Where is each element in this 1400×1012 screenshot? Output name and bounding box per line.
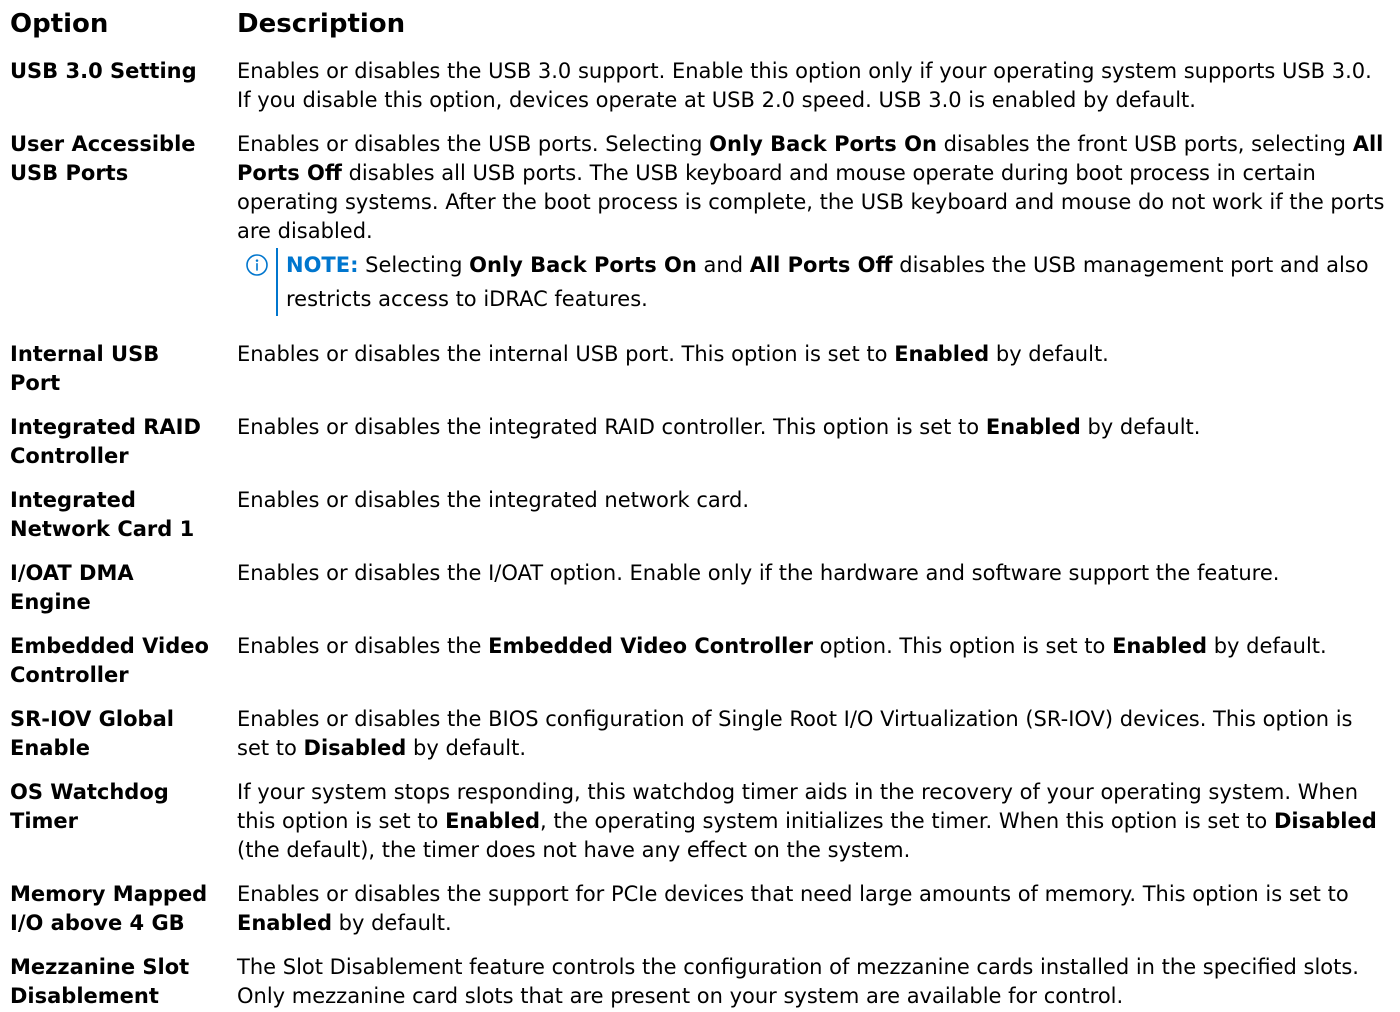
info-icon [246, 254, 268, 276]
option-name: Integrated Network Card 1 [10, 488, 195, 541]
emphasized-text: Enabled [445, 809, 541, 833]
option-name: Integrated RAID Controller [10, 415, 201, 468]
option-name: User Accessible USB Ports [10, 132, 196, 185]
column-header-option: Option [10, 9, 109, 39]
description-paragraph: Enables or disables the internal USB por… [237, 340, 1390, 369]
option-description: Enables or disables the BIOS configurati… [237, 705, 1390, 763]
option-name: Memory Mapped I/O above 4 GB [10, 882, 208, 935]
table-row: Mezzanine Slot Disablement The Slot Disab… [0, 953, 1400, 1011]
option-name: USB 3.0 Setting [10, 59, 197, 83]
description-text: by default. [1207, 634, 1327, 658]
table-row: I/OAT DMA Engine Enables or disables the … [0, 559, 1400, 632]
option-description: Enables or disables the integrated RAID … [237, 413, 1390, 471]
option-description: The Slot Disablement feature controls th… [237, 953, 1390, 1011]
description-paragraph: If your system stops responding, this wa… [237, 778, 1390, 865]
note-emphasized-text: All Ports Off [749, 253, 893, 277]
documentation-page: Option Description USB 3.0 Setting Enable… [0, 0, 1400, 1012]
note-emphasized-text: Only Back Ports On [469, 253, 697, 277]
table-row: Integrated Network Card 1 Enables or disa… [0, 486, 1400, 559]
option-description: Enables or disables the support for PCIe… [237, 880, 1390, 938]
note-label: NOTE: [286, 253, 359, 277]
description-paragraph: Enables or disables the integrated netwo… [237, 486, 1390, 515]
description-text: by default. [331, 911, 452, 935]
description-text: disables the front USB ports, selecting [936, 132, 1353, 156]
option-description: Enables or disables the internal USB por… [237, 340, 1390, 398]
description-text: by default. [406, 736, 527, 760]
description-text: by default. [989, 342, 1109, 366]
description-text: Enables or disables the USB ports. Selec… [237, 132, 710, 156]
emphasized-text: Disabled [303, 736, 407, 760]
description-text: Enables or disables the support for PCIe… [237, 882, 1349, 906]
option-description: Enables or disables the USB ports. Selec… [237, 130, 1390, 325]
table-row: User Accessible USB Ports Enables or disa… [0, 130, 1400, 340]
emphasized-text: Enabled [894, 342, 990, 366]
option-name: Internal USB Port [10, 342, 160, 395]
option-name: Embedded Video Controller [10, 634, 209, 687]
emphasized-text: Enabled [237, 911, 332, 935]
description-text: Enables or disables the USB 3.0 support.… [237, 59, 1372, 112]
description-paragraph: Enables or disables the USB ports. Selec… [237, 130, 1390, 246]
description-paragraph: Enables or disables the BIOS configurati… [237, 705, 1390, 763]
emphasized-text: Enabled [985, 415, 1081, 439]
description-text: Enables or disables the integrated RAID … [237, 415, 986, 439]
description-text: The Slot Disablement feature controls th… [237, 955, 1359, 1008]
option-description: Enables or disables the I/OAT option. En… [237, 559, 1390, 617]
note-callout: NOTE: Selecting Only Back Ports On and A… [237, 248, 1390, 316]
option-name: Mezzanine Slot Disablement [10, 955, 190, 1008]
option-name: SR-IOV Global Enable [10, 707, 174, 760]
table-row: Memory Mapped I/O above 4 GB Enables or d… [0, 880, 1400, 953]
description-text: Enables or disables the internal USB por… [237, 342, 895, 366]
emphasized-text: Embedded Video Controller [488, 634, 813, 658]
table-row: Integrated RAID Controller Enables or dis… [0, 413, 1400, 486]
description-text: option. This option is set to [812, 634, 1113, 658]
table-row: Internal USB Port Enables or disables the… [0, 340, 1400, 413]
note-text: Selecting [358, 253, 470, 277]
table-row: USB 3.0 Setting Enables or disables the U… [0, 57, 1400, 130]
option-description: Enables or disables the USB 3.0 support.… [237, 57, 1390, 115]
emphasized-text: Only Back Ports On [709, 132, 937, 156]
description-text: Enables or disables the I/OAT option. En… [237, 561, 1280, 585]
option-description: Enables or disables the integrated netwo… [237, 486, 1390, 544]
note-body: NOTE: Selecting Only Back Ports On and A… [276, 248, 1390, 316]
table-row: SR-IOV Global Enable Enables or disables … [0, 705, 1400, 778]
description-paragraph: Enables or disables the I/OAT option. En… [237, 559, 1390, 588]
emphasized-text: Disabled [1273, 809, 1377, 833]
description-text: Enables or disables the integrated netwo… [237, 488, 750, 512]
option-rows: USB 3.0 Setting Enables or disables the U… [0, 57, 1400, 1011]
table-row: OS Watchdog Timer If your system stops re… [0, 778, 1400, 880]
description-text: disables all USB ports. The USB keyboard… [237, 161, 1385, 243]
table-row: Embedded Video Controller Enables or disa… [0, 632, 1400, 705]
option-description: Enables or disables the Embedded Video C… [237, 632, 1390, 690]
description-paragraph: Enables or disables the USB 3.0 support.… [237, 57, 1390, 115]
description-text: (the default), the timer does not have a… [237, 838, 911, 862]
note-text: and [696, 253, 750, 277]
table-header: Option Description [0, 6, 1400, 42]
column-header-description: Description [237, 9, 406, 39]
option-name: OS Watchdog Timer [10, 780, 169, 833]
description-text: Enables or disables the [237, 634, 489, 658]
description-paragraph: Enables or disables the support for PCIe… [237, 880, 1390, 938]
description-paragraph: Enables or disables the Embedded Video C… [237, 632, 1390, 661]
emphasized-text: Enabled [1112, 634, 1208, 658]
option-name: I/OAT DMA Engine [10, 561, 134, 614]
description-text: by default. [1080, 415, 1201, 439]
description-text: , the operating system initializes the t… [540, 809, 1274, 833]
description-paragraph: The Slot Disablement feature controls th… [237, 953, 1390, 1011]
option-description: If your system stops responding, this wa… [237, 778, 1390, 865]
description-paragraph: Enables or disables the integrated RAID … [237, 413, 1390, 442]
